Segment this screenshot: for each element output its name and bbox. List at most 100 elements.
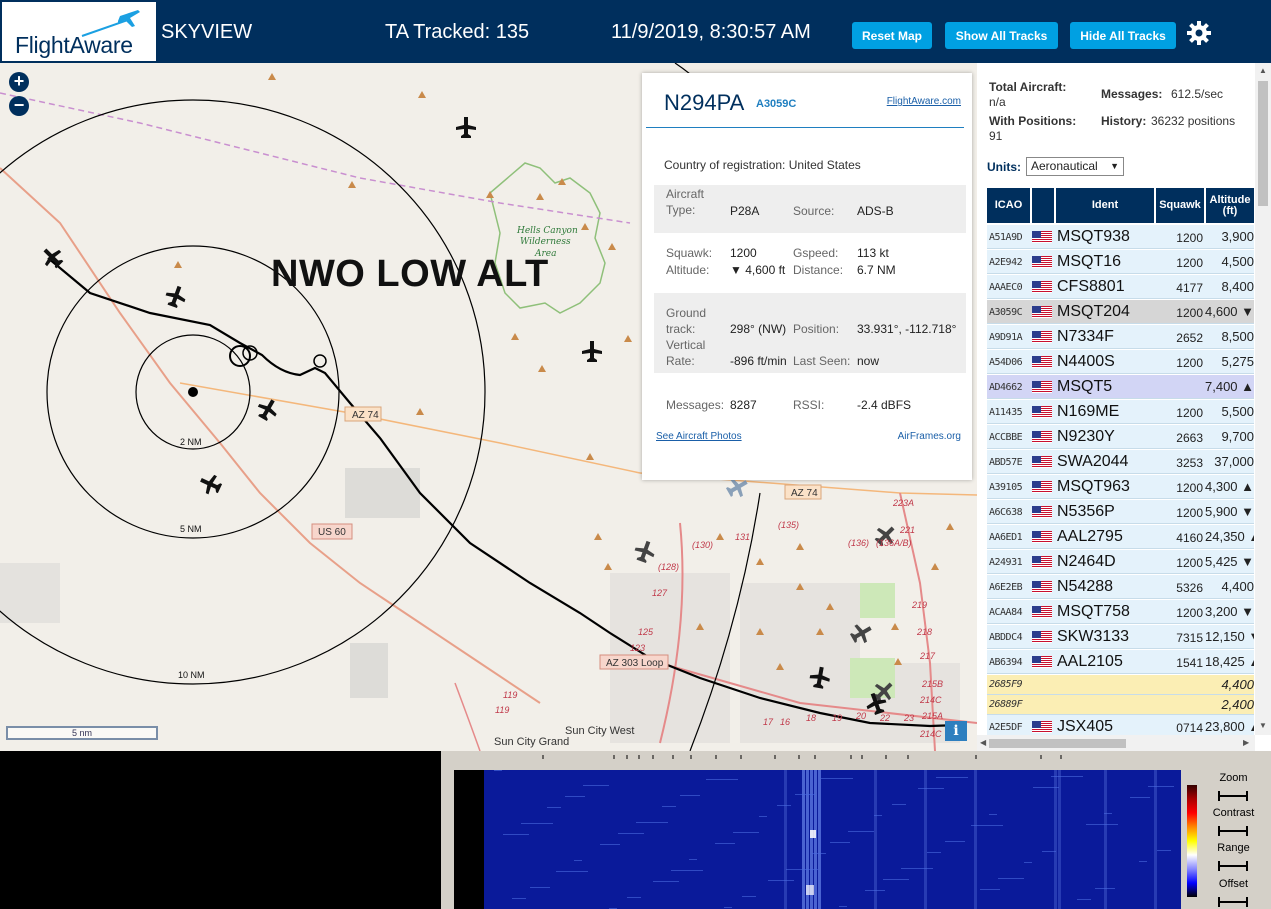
range-slider[interactable] xyxy=(1218,861,1248,871)
column-header-ident[interactable]: Ident xyxy=(1056,188,1154,223)
aircraft-icon[interactable] xyxy=(456,117,476,138)
scroll-up-arrow-icon[interactable]: ▲ xyxy=(1259,66,1267,75)
aircraft-icon[interactable] xyxy=(197,471,224,498)
column-header-icao[interactable]: ICAO xyxy=(987,188,1030,223)
table-row[interactable]: AA6ED1 AAL2795 416024,350 ▲ xyxy=(987,525,1254,549)
current-datetime: 11/9/2019, 8:30:57 AM xyxy=(611,21,811,43)
hide-all-tracks-button[interactable]: Hide All Tracks xyxy=(1070,22,1176,49)
aircraft-icon[interactable] xyxy=(582,341,602,362)
rssi-value: -2.4 dBFS xyxy=(857,398,912,412)
cell-altitude: 37,000 xyxy=(1214,454,1254,469)
cell-icao: A11435 xyxy=(989,407,1023,418)
cell-squawk: 1200 xyxy=(1176,306,1203,320)
us-flag-icon xyxy=(1032,456,1052,468)
gear-icon[interactable] xyxy=(1186,20,1212,46)
aircraft-photos-link[interactable]: See Aircraft Photos xyxy=(656,431,742,442)
table-row[interactable]: A3059C MSQT204 1200 4,600 ▼ xyxy=(987,300,1254,324)
reset-map-button[interactable]: Reset Map xyxy=(852,22,932,49)
cell-altitude: 3,900 xyxy=(1221,229,1254,244)
column-header-flag[interactable] xyxy=(1032,188,1054,223)
scroll-left-arrow-icon[interactable]: ◀ xyxy=(980,738,986,747)
cell-altitude: 4,400 xyxy=(1221,677,1254,692)
cell-altitude: 24,350 ▲ xyxy=(1205,529,1254,544)
cell-squawk: 1200 xyxy=(1176,481,1203,495)
sidebar-horizontal-scrollbar[interactable]: ◀ ▶ xyxy=(977,735,1255,751)
show-all-tracks-button[interactable]: Show All Tracks xyxy=(945,22,1058,49)
us-flag-icon xyxy=(1032,656,1052,668)
cell-altitude: 2,400 xyxy=(1221,697,1254,712)
scroll-down-arrow-icon[interactable]: ▼ xyxy=(1259,721,1267,730)
park-area xyxy=(850,658,895,698)
column-header-altitude[interactable]: Altitude (ft) xyxy=(1206,188,1254,223)
sidebar-vertical-scrollbar[interactable]: ▲ ▼ xyxy=(1255,63,1271,735)
zoom-out-button[interactable]: − xyxy=(9,96,29,116)
flightaware-logo[interactable]: FlightAware xyxy=(2,2,156,61)
distance-value: 6.7 NM xyxy=(857,263,896,277)
aircraft-icon[interactable] xyxy=(38,243,67,272)
az74-road xyxy=(179,382,641,474)
waterfall-display[interactable] xyxy=(454,770,1181,909)
table-row[interactable]: A6E2EB N54288 5326 4,400 xyxy=(987,575,1254,599)
squawk-value: 1200 xyxy=(730,246,757,260)
cell-squawk: 5326 xyxy=(1176,581,1203,595)
altitude-label: Altitude: xyxy=(666,263,710,277)
exit-label: 214C xyxy=(919,695,942,705)
cell-squawk: 0714 xyxy=(1176,721,1203,735)
exit-label: 215B xyxy=(921,679,943,689)
offset-slider[interactable] xyxy=(1218,897,1248,907)
cell-squawk: 1200 xyxy=(1176,406,1203,420)
exit-label: 17 xyxy=(763,717,774,727)
cell-altitude: 8,500 xyxy=(1221,329,1254,344)
column-header-squawk[interactable]: Squawk xyxy=(1156,188,1204,223)
table-row[interactable]: A51A9D MSQT938 1200 3,900 xyxy=(987,225,1254,249)
units-select[interactable]: Aeronautical ▼ xyxy=(1026,157,1124,176)
aircraft-details-popup: N294PA A3059C FlightAware.com Country of… xyxy=(642,73,972,480)
cell-icao: A39105 xyxy=(989,482,1023,493)
table-row[interactable]: AAAEC0 CFS8801 4177 8,400 xyxy=(987,275,1254,299)
country-row: Country of registration: United States xyxy=(664,158,861,172)
table-row[interactable]: AD4662 MSQT5 7,400 ▲ xyxy=(987,375,1254,399)
airframes-link[interactable]: AirFrames.org xyxy=(898,431,961,442)
contrast-slider[interactable] xyxy=(1218,826,1248,836)
table-row[interactable]: ABDDC4 SKW3133 731512,150 ▼ xyxy=(987,625,1254,649)
scrollbar-thumb[interactable] xyxy=(989,739,1126,748)
scrollbar-thumb[interactable] xyxy=(1258,81,1268,206)
table-row[interactable]: ABD57E SWA2044 3253 37,000 xyxy=(987,450,1254,474)
aircraft-icon[interactable] xyxy=(163,283,189,310)
zoom-slider[interactable] xyxy=(1218,791,1248,801)
ground-track-value: 298° (NW) xyxy=(730,322,787,336)
aircraft-icon[interactable] xyxy=(632,538,658,565)
table-row[interactable]: A11435 N169ME 1200 5,500 xyxy=(987,400,1254,424)
offset-control-label: Offset xyxy=(1218,878,1249,890)
table-row[interactable]: AB6394 AAL2105 154118,425 ▲ xyxy=(987,650,1254,674)
cell-ident: N2464D xyxy=(1057,553,1116,570)
vertical-rate-value: -896 ft/min xyxy=(730,354,787,368)
cell-squawk: 4177 xyxy=(1176,281,1203,295)
with-positions-value: 91 xyxy=(989,129,1003,143)
cell-squawk: 1200 xyxy=(1176,356,1203,370)
table-row[interactable]: A39105 MSQT963 1200 4,300 ▲ xyxy=(987,475,1254,499)
table-row[interactable]: A24931 N2464D 1200 5,425 ▼ xyxy=(987,550,1254,574)
exit-label: (136A/B) xyxy=(876,538,912,548)
selected-icao[interactable]: A3059C xyxy=(756,98,796,110)
table-row[interactable]: 2685F9 4,400 xyxy=(987,675,1254,695)
cell-ident: AAL2795 xyxy=(1057,528,1123,545)
cell-ident: AAL2105 xyxy=(1057,653,1123,670)
zoom-in-button[interactable]: + xyxy=(9,72,29,92)
table-row[interactable]: ACCBBE N9230Y 2663 9,700 xyxy=(987,425,1254,449)
flightaware-link[interactable]: FlightAware.com xyxy=(887,96,961,107)
table-row[interactable]: A6C638 N5356P 1200 5,900 ▼ xyxy=(987,500,1254,524)
total-aircraft-value: n/a xyxy=(989,95,1006,109)
exit-label: 131 xyxy=(735,532,750,542)
table-row[interactable]: A2E942 MSQT16 1200 4,500 xyxy=(987,250,1254,274)
cell-icao: AB6394 xyxy=(989,657,1023,668)
table-row[interactable]: 26889F 2,400 xyxy=(987,695,1254,715)
scroll-right-arrow-icon[interactable]: ▶ xyxy=(1243,738,1249,747)
table-row[interactable]: A9D91A N7334F 2652 8,500 xyxy=(987,325,1254,349)
table-row[interactable]: A54D06 N4400S 1200 5,275 xyxy=(987,350,1254,374)
table-row[interactable]: ACAA84 MSQT758 1200 3,200 ▼ xyxy=(987,600,1254,624)
ring-label-2nm: 2 NM xyxy=(180,437,202,447)
map-info-button[interactable]: i xyxy=(945,721,967,741)
us-flag-icon xyxy=(1032,721,1052,733)
cell-altitude: 7,400 ▲ xyxy=(1205,379,1254,394)
